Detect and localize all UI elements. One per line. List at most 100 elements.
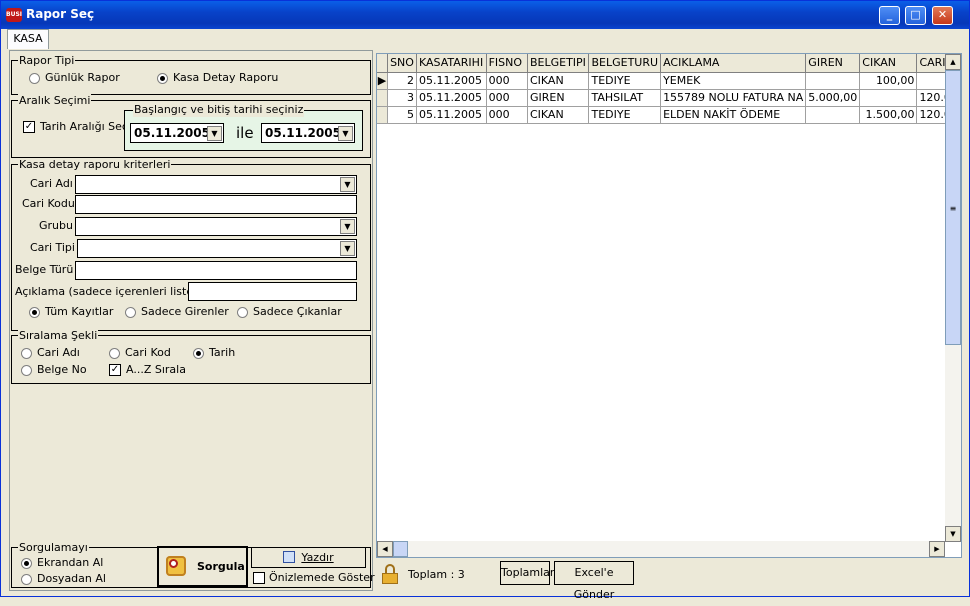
kasa-detay-radio[interactable] xyxy=(157,73,168,84)
siralama-legend: Sıralama Şekli xyxy=(18,329,99,342)
cari-kodu-input[interactable] xyxy=(75,195,357,214)
siralama-group: Sıralama Şekli Cari Adı Cari Kod Tarih B… xyxy=(11,329,371,384)
cell-cikan[interactable] xyxy=(859,89,918,107)
cari-tipi-dropdown-icon[interactable]: ▼ xyxy=(340,241,355,256)
sirala-belge-no-radio[interactable] xyxy=(21,365,32,376)
column-header[interactable]: SNO xyxy=(387,54,417,73)
cell-fisno[interactable]: 000 xyxy=(486,89,528,107)
tarih-araligi-checkbox[interactable]: ✓ xyxy=(23,121,35,133)
rapor-tipi-legend: Rapor Tipi xyxy=(18,54,76,67)
results-grid[interactable]: SNO KASATARIHI FISNO BELGETIPI BELGETURU… xyxy=(376,53,962,558)
cell-aciklama[interactable]: 155789 NOLU FATURA NA xyxy=(660,89,807,107)
sorgulama-legend: Sorgulamayı xyxy=(18,541,89,554)
ekrandan-al-radio[interactable] xyxy=(21,558,32,569)
grubu-dropdown-icon[interactable]: ▼ xyxy=(340,219,355,234)
horizontal-scroll-thumb[interactable] xyxy=(393,541,408,557)
az-sirala-checkbox[interactable]: ✓ xyxy=(109,364,121,376)
vertical-scrollbar[interactable]: ▲ ≡ ▼ xyxy=(945,54,961,542)
close-icon: ✕ xyxy=(937,8,948,21)
scroll-down-icon[interactable]: ▼ xyxy=(945,526,961,542)
vertical-scroll-thumb[interactable]: ≡ xyxy=(945,70,961,345)
row-indicator xyxy=(377,106,389,124)
cell-aciklama[interactable]: ELDEN NAKİT ÖDEME xyxy=(660,106,807,124)
criteria-panel: Rapor Tipi Günlük Rapor Kasa Detay Rapor… xyxy=(9,50,375,591)
cell-tarih[interactable]: 05.11.2005 xyxy=(416,89,487,107)
kriterler-group: Kasa detay raporu kriterleri Cari Adı : … xyxy=(11,158,371,331)
belge-turu-input[interactable] xyxy=(75,261,357,280)
start-date-picker[interactable]: 05.11.2005 ▼ xyxy=(130,123,224,143)
yazdir-button[interactable]: Yazdır xyxy=(251,547,366,568)
cari-adi-dropdown-icon[interactable]: ▼ xyxy=(340,177,355,192)
aciklama-input[interactable] xyxy=(188,282,357,301)
column-header[interactable]: BELGETURU xyxy=(588,54,662,73)
cell-cikan[interactable]: 1.500,00 xyxy=(859,106,918,124)
scroll-up-icon[interactable]: ▲ xyxy=(945,54,961,70)
gunluk-rapor-radio[interactable] xyxy=(29,73,40,84)
column-header[interactable]: ACIKLAMA xyxy=(660,54,807,73)
start-date-dropdown-icon[interactable]: ▼ xyxy=(207,126,222,141)
cell-belgeturu[interactable]: TAHSILAT xyxy=(588,89,662,107)
between-label: ile xyxy=(236,124,254,142)
table-row[interactable]: ▶ 2 05.11.2005 000 CIKAN TEDIYE YEMEK 10… xyxy=(377,72,961,90)
dosyadan-al-label: Dosyadan Al xyxy=(37,572,106,585)
cell-giren[interactable]: 5.000,00 xyxy=(805,89,861,107)
table-row[interactable]: 5 05.11.2005 000 CIKAN TEDIYE ELDEN NAKİ… xyxy=(377,106,961,124)
cari-adi-combo[interactable]: ▼ xyxy=(75,175,357,194)
column-header[interactable]: KASATARIHI xyxy=(416,54,487,73)
sirala-cari-adi-label: Cari Adı xyxy=(37,346,80,359)
tum-kayitlar-radio[interactable] xyxy=(29,307,40,318)
grubu-combo[interactable]: ▼ xyxy=(75,217,357,236)
lock-icon xyxy=(381,564,399,584)
cell-belgeturu[interactable]: TEDIYE xyxy=(588,106,662,124)
sadece-cikanlar-radio[interactable] xyxy=(237,307,248,318)
scroll-right-icon[interactable]: ▶ xyxy=(929,541,945,557)
minimize-icon: _ xyxy=(886,8,893,21)
cell-belgetipi[interactable]: GIREN xyxy=(527,89,590,107)
cell-giren[interactable] xyxy=(805,72,861,90)
table-row[interactable]: 3 05.11.2005 000 GIREN TAHSILAT 155789 N… xyxy=(377,89,961,107)
end-date-dropdown-icon[interactable]: ▼ xyxy=(338,126,353,141)
cell-sno[interactable]: 5 xyxy=(387,106,417,124)
cari-tipi-combo[interactable]: ▼ xyxy=(77,239,357,258)
tab-kasa[interactable]: KASA xyxy=(7,29,49,49)
belge-turu-label: Belge Türü : xyxy=(15,263,81,276)
cell-belgeturu[interactable]: TEDIYE xyxy=(588,72,662,90)
cell-sno[interactable]: 3 xyxy=(387,89,417,107)
cari-kodu-label: Cari Kodu : xyxy=(22,197,83,210)
printer-icon xyxy=(283,551,296,563)
dosyadan-al-radio[interactable] xyxy=(21,574,32,585)
sorgula-button[interactable]: Sorgula xyxy=(157,546,248,587)
close-button[interactable]: ✕ xyxy=(932,6,953,25)
gunluk-rapor-label: Günlük Rapor xyxy=(45,71,120,84)
column-header[interactable]: GIREN xyxy=(805,54,861,73)
cell-aciklama[interactable]: YEMEK xyxy=(660,72,807,90)
grid-footer: Toplam : 3 Toplamlar Excel'e Gönder xyxy=(376,560,962,601)
cell-fisno[interactable]: 000 xyxy=(486,72,528,90)
onizleme-checkbox[interactable] xyxy=(253,572,265,584)
sadece-cikanlar-label: Sadece Çıkanlar xyxy=(253,305,342,318)
cell-belgetipi[interactable]: CIKAN xyxy=(527,106,590,124)
minimize-button[interactable]: _ xyxy=(879,6,900,25)
toplamlar-button[interactable]: Toplamlar xyxy=(500,561,554,585)
scroll-left-icon[interactable]: ◀ xyxy=(377,541,393,557)
cell-fisno[interactable]: 000 xyxy=(486,106,528,124)
cell-sno[interactable]: 2 xyxy=(387,72,417,90)
sirala-cari-adi-radio[interactable] xyxy=(21,348,32,359)
end-date-picker[interactable]: 05.11.2005 ▼ xyxy=(261,123,355,143)
column-header[interactable]: BELGETIPI xyxy=(527,54,590,73)
column-header[interactable]: CIKAN xyxy=(859,54,918,73)
cari-tipi-label: Cari Tipi : xyxy=(30,241,83,254)
sadece-girenler-radio[interactable] xyxy=(125,307,136,318)
horizontal-scrollbar[interactable]: ◀ ▶ xyxy=(377,541,945,557)
cell-tarih[interactable]: 05.11.2005 xyxy=(416,106,487,124)
cell-cikan[interactable]: 100,00 xyxy=(859,72,918,90)
cell-tarih[interactable]: 05.11.2005 xyxy=(416,72,487,90)
column-header[interactable]: FISNO xyxy=(486,54,528,73)
sirala-tarih-radio[interactable] xyxy=(193,348,204,359)
maximize-button[interactable]: □ xyxy=(905,6,926,25)
cell-belgetipi[interactable]: CIKAN xyxy=(527,72,590,90)
sirala-cari-kod-radio[interactable] xyxy=(109,348,120,359)
aralik-legend: Aralık Seçimi xyxy=(18,94,92,107)
cell-giren[interactable] xyxy=(805,106,861,124)
excel-gonder-button[interactable]: Excel'e Gönder xyxy=(554,561,634,601)
